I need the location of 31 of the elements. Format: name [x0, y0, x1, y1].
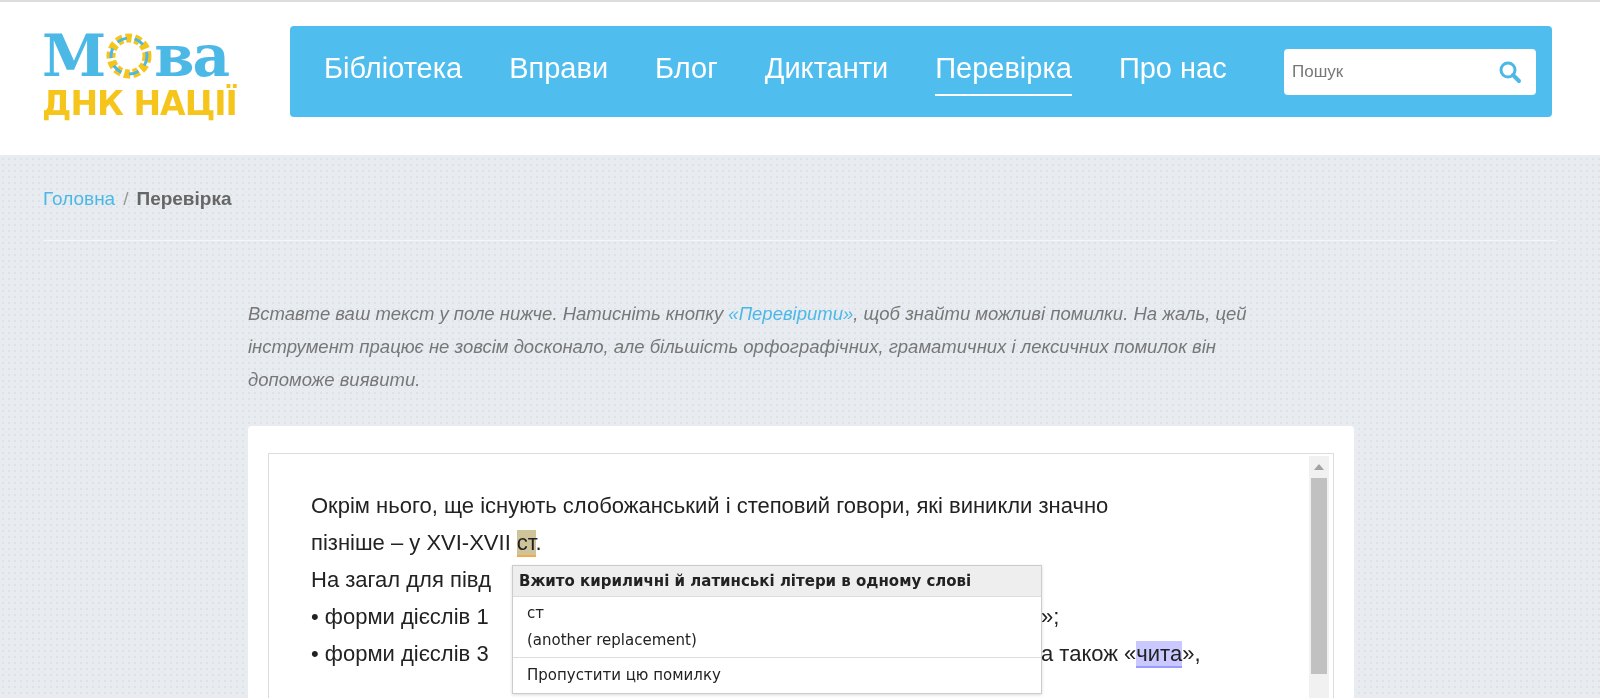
breadcrumb-current: Перевірка [136, 187, 232, 211]
breadcrumb-separator: / [123, 187, 129, 211]
error-word[interactable]: ст [516, 529, 536, 557]
scrollbar-thumb[interactable] [1311, 477, 1327, 674]
suggestion-item[interactable]: (another replacement) [513, 624, 1041, 651]
instructions-text: Вставте ваш текст у поле нижче. Натисніть кнопку «Перевірити», щоб знайти можливі помилки. На жаль, цей інструмент працює не зовсім досконало, але більшість орфографічних, граматичних і лексичних помилок він допоможе виявити. [248, 301, 1248, 392]
text-line: • форми дієслів 1 [311, 603, 489, 629]
nav-link[interactable]: Вправи [509, 47, 609, 96]
text-line: • форми дієслів 3 [311, 640, 489, 666]
check-link[interactable]: «Перевірити» [728, 302, 854, 324]
text-line: пізніше – у XVI-XVII ст. [311, 529, 542, 557]
text-line: Окрім нього, ще існують слобожанський і степовий говори, які виникли значно [311, 492, 1109, 518]
logo-text: М [42, 26, 105, 86]
ignore-error-item[interactable]: Пропустити цю помилку [513, 657, 1041, 693]
suggestion-item[interactable]: ст [513, 597, 1041, 624]
scrollbar[interactable] [1309, 455, 1329, 698]
scroll-up-icon[interactable] [1314, 463, 1324, 470]
breadcrumb-link[interactable]: Головна [43, 185, 116, 214]
text-line: На загал для півд [311, 566, 492, 592]
popup-title: Вжито кириличні й латинські літери в одному слові [513, 565, 1041, 597]
nav-link[interactable]: Блог [655, 47, 718, 96]
search-icon[interactable] [1498, 59, 1522, 84]
logo-subtitle: ДНК НАЦІЇ [42, 86, 238, 122]
nav-link[interactable]: Диктанти [764, 47, 889, 96]
nav-link[interactable]: Про нас [1118, 47, 1227, 96]
text-line: »; [1041, 602, 1060, 631]
search-field[interactable]: Пошук [1284, 48, 1536, 95]
text-line: а також «чита», [1041, 639, 1201, 670]
style-word[interactable]: чита [1136, 640, 1183, 668]
nav-link[interactable]: Бібліотека [324, 47, 463, 96]
nav-link[interactable]: Перевірка [935, 47, 1072, 96]
